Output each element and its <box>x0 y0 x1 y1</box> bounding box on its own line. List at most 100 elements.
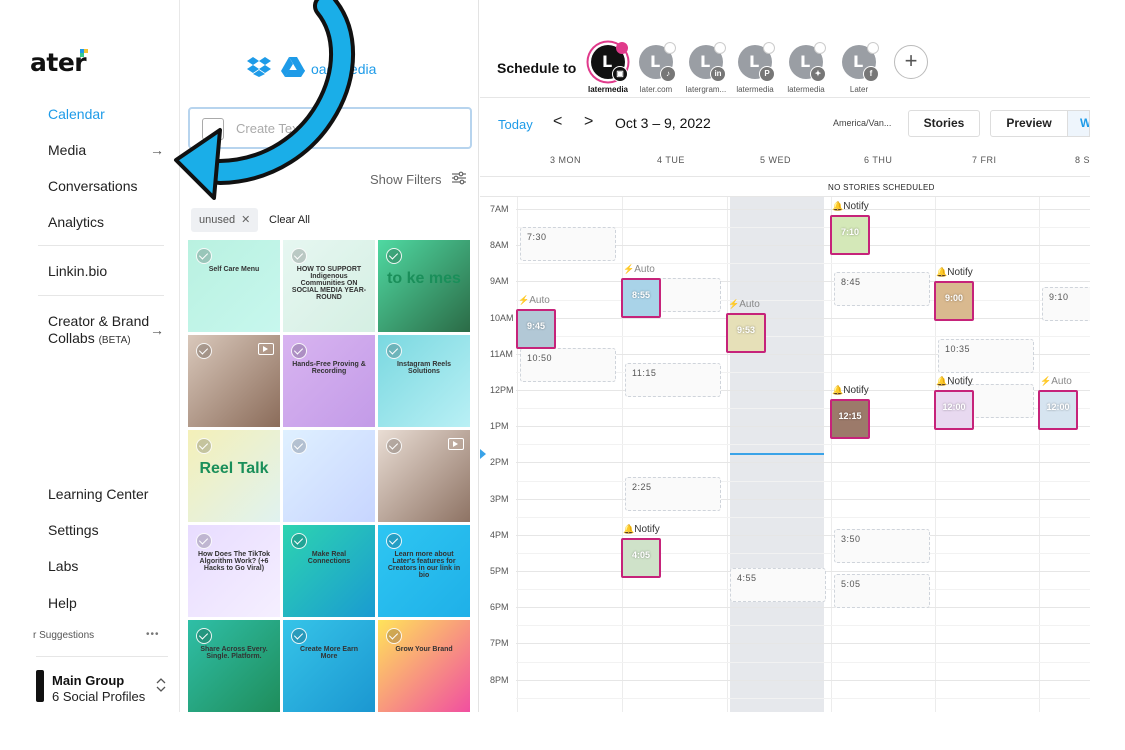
scheduled-post[interactable]: 12:15 <box>830 399 870 440</box>
select-checkbox-icon[interactable] <box>196 533 212 549</box>
group-profile-count[interactable]: 6 Social Profiles <box>52 689 145 704</box>
nav-settings[interactable]: Settings <box>48 522 99 538</box>
close-icon[interactable]: ✕ <box>241 214 250 226</box>
chevron-right-icon[interactable]: > <box>584 113 593 131</box>
beta-badge: (BETA) <box>98 335 131 346</box>
select-checkbox-icon[interactable] <box>196 248 212 264</box>
scheduled-post[interactable]: 4:05 <box>621 537 661 578</box>
scheduled-post[interactable]: 12:00 <box>934 390 974 430</box>
select-checkbox-icon[interactable] <box>291 628 307 644</box>
lightning-icon: ⚡ <box>728 299 740 310</box>
preview-button[interactable]: Preview <box>990 110 1068 137</box>
media-thumbnail[interactable]: Reel Talk <box>188 430 280 522</box>
arrow-right-icon[interactable]: → <box>150 322 164 338</box>
scheduled-post[interactable]: 9:00 <box>934 281 974 322</box>
nav-creator-brand[interactable]: Creator & Brand <box>48 313 149 329</box>
clear-all-button[interactable]: Clear All <box>269 214 310 226</box>
scheduled-post[interactable]: 12:00 <box>1038 390 1078 430</box>
select-checkbox-icon[interactable] <box>196 438 212 454</box>
media-thumbnail[interactable] <box>188 335 280 427</box>
nav-collabs[interactable]: Collabs (BETA) <box>48 330 131 346</box>
week-view-button[interactable]: W <box>1067 110 1090 137</box>
select-checkbox-icon[interactable] <box>291 533 307 549</box>
hour-label: 10AM <box>490 312 514 323</box>
scheduled-post[interactable]: 9:53 <box>726 313 766 354</box>
media-thumbnail[interactable]: to ke mes <box>378 240 470 332</box>
empty-time-slot[interactable]: 2:25 <box>625 477 721 512</box>
empty-time-slot[interactable]: 5:05 <box>834 574 930 609</box>
select-checkbox-icon[interactable] <box>196 343 212 359</box>
group-name[interactable]: Main Group <box>52 673 124 688</box>
nav-labs[interactable]: Labs <box>48 558 78 574</box>
empty-time-slot[interactable]: 11:15 <box>625 362 721 397</box>
media-thumbnail[interactable]: Make Real Connections <box>283 525 375 617</box>
empty-time-slot[interactable]: 7:30 <box>520 227 616 262</box>
scheduled-post[interactable]: 8:55 <box>621 278 661 319</box>
select-checkbox-icon[interactable] <box>291 343 307 359</box>
check-icon <box>867 42 879 54</box>
network-badge-icon: ▣ <box>612 66 628 82</box>
nav-help[interactable]: Help <box>48 595 77 611</box>
sliders-icon[interactable] <box>452 171 466 190</box>
post-mode-label: Auto <box>634 264 655 276</box>
select-checkbox-icon[interactable] <box>386 533 402 549</box>
profile-avatar[interactable]: ▣latermedia <box>588 42 628 94</box>
empty-time-slot[interactable]: 8:45 <box>834 272 930 307</box>
add-profile-button[interactable]: + <box>894 45 928 79</box>
media-thumbnail[interactable]: How Does The TikTok Algorithm Work? (+6 … <box>188 525 280 617</box>
today-button[interactable]: Today <box>498 117 533 132</box>
select-checkbox-icon[interactable] <box>386 628 402 644</box>
media-thumbnail[interactable] <box>378 430 470 522</box>
select-checkbox-icon[interactable] <box>291 438 307 454</box>
thumbnail-caption: to ke mes <box>387 270 461 287</box>
empty-time-slot[interactable]: 10:50 <box>520 347 616 382</box>
media-thumbnail[interactable]: Self Care Menu <box>188 240 280 332</box>
profile-avatar[interactable]: ✦ latermedia <box>787 42 826 94</box>
select-checkbox-icon[interactable] <box>291 248 307 264</box>
media-thumbnail[interactable] <box>283 430 375 522</box>
empty-time-slot[interactable]: 3:50 <box>834 528 930 563</box>
nav-media[interactable]: Media <box>48 142 86 158</box>
thumbnail-caption: Self Care Menu <box>208 266 260 273</box>
check-icon <box>616 42 628 54</box>
select-checkbox-icon[interactable] <box>196 628 212 644</box>
select-checkbox-icon[interactable] <box>386 343 402 359</box>
media-thumbnail[interactable]: Instagram Reels Solutions <box>378 335 470 427</box>
suggestions-link[interactable]: r Suggestions <box>33 630 94 641</box>
profile-avatar[interactable]: in latergram... <box>686 42 726 94</box>
media-thumbnail[interactable]: Hands-Free Proving & Recording <box>283 335 375 427</box>
scheduled-post[interactable]: 7:10 <box>830 215 870 256</box>
show-filters-button[interactable]: Show Filters <box>370 172 442 187</box>
nav-conversations[interactable]: Conversations <box>48 178 138 194</box>
empty-time-slot[interactable]: 9:10 <box>1042 287 1090 322</box>
select-checkbox-icon[interactable] <box>386 248 402 264</box>
timezone-select[interactable]: America/Van... <box>833 118 891 128</box>
media-thumbnail[interactable]: Share Across Every. Single. Platform. <box>188 620 280 712</box>
empty-time-slot[interactable]: 10:35 <box>938 338 1034 373</box>
hour-label: 8AM <box>490 240 509 251</box>
nav-calendar[interactable]: Calendar <box>48 106 105 122</box>
select-checkbox-icon[interactable] <box>386 438 402 454</box>
filter-chip[interactable]: unused ✕ <box>191 208 259 232</box>
empty-time-slot[interactable]: 4:55 <box>730 567 826 602</box>
more-icon[interactable]: ••• <box>146 629 160 640</box>
stories-row: NO STORIES SCHEDULED <box>480 176 1090 197</box>
media-thumbnail[interactable]: HOW TO SUPPORT Indigenous Communities ON… <box>283 240 375 332</box>
day-header: 8 S <box>1075 155 1091 165</box>
profile-avatar[interactable]: Platermedia <box>736 42 775 94</box>
nav-linkin-bio[interactable]: Linkin.bio <box>48 263 107 279</box>
arrow-right-icon[interactable]: → <box>150 142 164 158</box>
scheduled-post[interactable]: 9:45 <box>516 308 556 349</box>
nav-analytics[interactable]: Analytics <box>48 214 104 230</box>
day-header: 3 MON <box>550 155 582 165</box>
chevron-updown-icon[interactable] <box>156 677 166 694</box>
media-thumbnail[interactable]: Learn more about Later's features for Cr… <box>378 525 470 617</box>
nav-learning-center[interactable]: Learning Center <box>48 486 148 502</box>
profile-avatar[interactable]: f Later <box>841 42 879 94</box>
stories-button[interactable]: Stories <box>908 110 980 137</box>
media-thumbnail[interactable]: Grow Your Brand <box>378 620 470 712</box>
profile-avatar[interactable]: ♪ later.com <box>638 42 676 94</box>
media-thumbnail[interactable]: Create More Earn More <box>283 620 375 712</box>
chevron-left-icon[interactable]: < <box>553 113 562 131</box>
post-time: 4:05 <box>631 549 650 560</box>
